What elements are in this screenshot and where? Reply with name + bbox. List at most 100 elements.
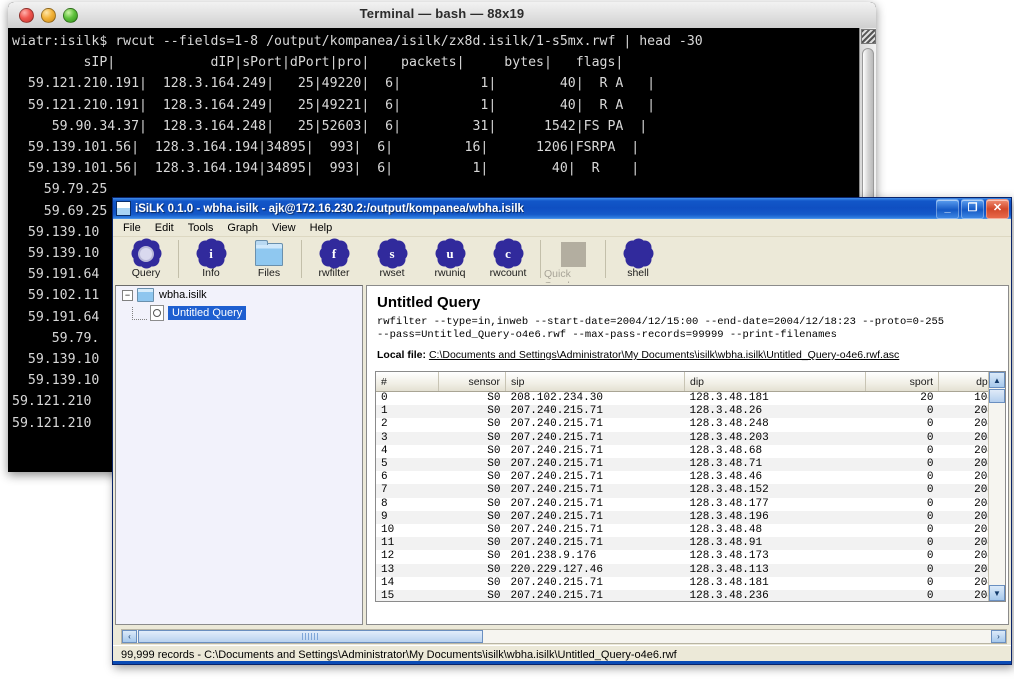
table-cell: S0 [439,418,506,431]
table-horizontal-scrollbar[interactable]: ‹ › [121,629,1007,644]
table-cell: 128.3.48.68 [685,445,866,458]
table-cell: 0 [866,537,939,550]
tree-root-item[interactable]: − wbha.isilk [116,286,362,302]
collapse-toggle-icon[interactable]: − [122,290,133,301]
minimize-button[interactable]: _ [936,199,959,219]
table-cell: 1 [1006,577,1007,590]
table-row[interactable]: 12S0201.238.9.176128.3.48.173020481 [376,550,1006,563]
table-row[interactable]: 5S0207.240.215.71128.3.48.71020481 [376,458,1006,471]
toolbar[interactable]: Query i Info Files f rwfilter s rwset u … [113,237,1011,286]
table-row[interactable]: 8S0207.240.215.71128.3.48.177020481 [376,498,1006,511]
table-cell: 20 [866,392,939,406]
table-row[interactable]: 6S0207.240.215.71128.3.48.46020481 [376,471,1006,484]
menu-item-help[interactable]: Help [304,221,339,235]
table-cell: 207.240.215.71 [506,458,685,471]
table-cell: 4 [376,445,439,458]
scroll-down-icon[interactable]: ▼ [989,585,1005,601]
table-vertical-scrollbar[interactable]: ▲ ▼ [988,372,1005,601]
terminal-scroll-thumb[interactable] [862,48,874,210]
table-row[interactable]: 4S0207.240.215.71128.3.48.68020481 [376,445,1006,458]
records-table-container[interactable]: # sensor sip dip sport dport proto 0S020… [375,371,1006,602]
window-bottom-accent [113,661,1011,664]
table-row[interactable]: 14S0207.240.215.71128.3.48.181020481 [376,577,1006,590]
table-cell: 0 [866,498,939,511]
tree-elbow-line [132,307,147,320]
table-row[interactable]: 9S0207.240.215.71128.3.48.196020481 [376,511,1006,524]
menu-item-file[interactable]: File [117,221,147,235]
table-body: 0S0208.102.234.30128.3.48.18120104961S02… [376,392,1006,603]
scroll-left-icon[interactable]: ‹ [122,630,137,643]
tree-child-item-untitled-query[interactable]: Untitled Query [132,305,362,321]
project-tree-panel[interactable]: − wbha.isilk Untitled Query [115,285,363,625]
table-cell: 220.229.127.46 [506,564,685,577]
local-file-link[interactable]: C:\Documents and Settings\Administrator\… [429,349,899,361]
restore-button[interactable]: ❐ [961,199,984,219]
table-cell: 128.3.48.181 [685,392,866,406]
table-row[interactable]: 15S0207.240.215.71128.3.48.236020481 [376,590,1006,602]
shell-gear-icon [626,241,651,266]
table-cell: 7 [376,484,439,497]
table-cell: S0 [439,577,506,590]
window-buttons[interactable]: _ ❐ ✕ [936,199,1009,219]
table-row[interactable]: 2S0207.240.215.71128.3.48.248020481 [376,418,1006,431]
table-cell: 207.240.215.71 [506,405,685,418]
toolbar-button-rwfilter[interactable]: f rwfilter [305,239,363,279]
toolbar-button-rwcount[interactable]: c rwcount [479,239,537,279]
status-bar-text: 99,999 records - C:\Documents and Settin… [121,649,677,661]
table-cell: 6 [1006,392,1007,406]
table-cell: 1 [1006,405,1007,418]
column-header-sip[interactable]: sip [506,372,685,392]
table-cell: 13 [376,564,439,577]
toolbar-label-rwcount: rwcount [490,267,527,279]
query-detail-panel: Untitled Query rwfilter --type=in,inweb … [366,285,1009,625]
query-command-line-2: --pass=Untitled_Query-o4e6.rwf --max-pas… [377,329,998,342]
table-cell: 11 [376,537,439,550]
table-cell: S0 [439,550,506,563]
table-cell: 207.240.215.71 [506,432,685,445]
isilk-titlebar[interactable]: iSiLK 0.1.0 - wbha.isilk - ajk@172.16.23… [113,198,1011,219]
table-cell: 207.240.215.71 [506,590,685,602]
column-header-index[interactable]: # [376,372,439,392]
scroll-right-icon[interactable]: › [991,630,1006,643]
table-cell: 1 [1006,498,1007,511]
table-row[interactable]: 3S0207.240.215.71128.3.48.203020481 [376,432,1006,445]
toolbar-button-files[interactable]: Files [240,239,298,279]
column-header-proto[interactable]: proto [1006,372,1007,392]
table-cell: 6 [376,471,439,484]
column-header-dip[interactable]: dip [685,372,866,392]
table-row[interactable]: 1S0207.240.215.71128.3.48.26020481 [376,405,1006,418]
tree-root-label: wbha.isilk [159,289,207,301]
terminal-titlebar[interactable]: Terminal — bash — 88x19 [8,2,876,29]
column-header-sport[interactable]: sport [866,372,939,392]
table-row[interactable]: 7S0207.240.215.71128.3.48.152020481 [376,484,1006,497]
close-button[interactable]: ✕ [986,199,1009,219]
table-cell: 128.3.48.196 [685,511,866,524]
toolbar-button-rwuniq[interactable]: u rwuniq [421,239,479,279]
toolbar-button-query[interactable]: Query [117,239,175,279]
table-cell: 9 [376,511,439,524]
toolbar-button-rwset[interactable]: s rwset [363,239,421,279]
table-row[interactable]: 13S0220.229.127.46128.3.48.113020481 [376,564,1006,577]
toolbar-button-shell[interactable]: shell [609,239,667,279]
vertical-scroll-thumb[interactable] [989,389,1005,403]
table-row[interactable]: 0S0208.102.234.30128.3.48.1812010496 [376,392,1006,406]
table-cell: S0 [439,537,506,550]
table-cell: S0 [439,524,506,537]
scroll-up-icon[interactable]: ▲ [989,372,1005,388]
rwcount-gear-icon: c [496,241,521,266]
table-row[interactable]: 10S0207.240.215.71128.3.48.48020481 [376,524,1006,537]
menu-item-tools[interactable]: Tools [182,221,220,235]
horizontal-scroll-thumb[interactable] [138,630,483,643]
menu-item-graph[interactable]: Graph [221,221,264,235]
menu-bar[interactable]: File Edit Tools Graph View Help [113,219,1011,237]
menu-item-edit[interactable]: Edit [149,221,180,235]
query-header: Untitled Query rwfilter --type=in,inweb … [367,286,1008,365]
table-header-row: # sensor sip dip sport dport proto [376,372,1006,392]
table-cell: 8 [376,498,439,511]
isilk-window[interactable]: iSiLK 0.1.0 - wbha.isilk - ajk@172.16.23… [112,197,1012,665]
quick-graph-icon [561,242,586,267]
table-row[interactable]: 11S0207.240.215.71128.3.48.91020481 [376,537,1006,550]
toolbar-button-info[interactable]: i Info [182,239,240,279]
column-header-sensor[interactable]: sensor [439,372,506,392]
menu-item-view[interactable]: View [266,221,302,235]
